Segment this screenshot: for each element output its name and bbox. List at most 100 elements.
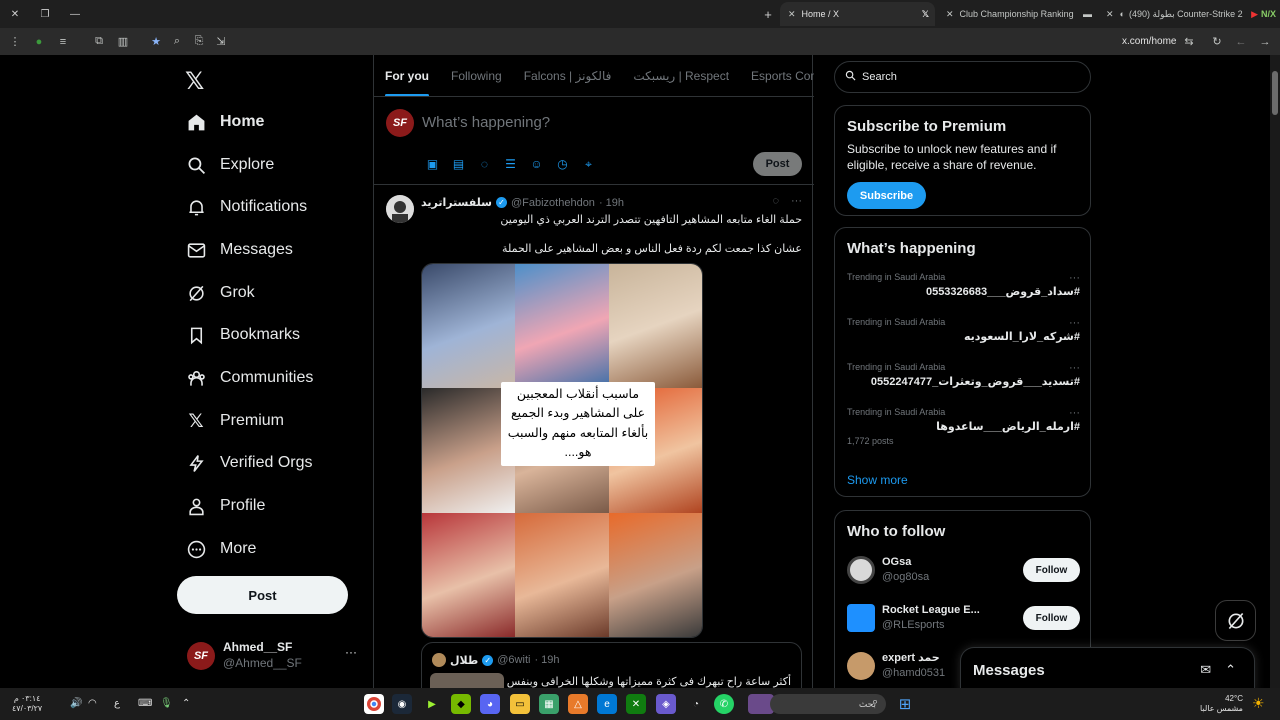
- account-switcher[interactable]: SF Ahmed__SF @Ahmed__SF ···: [187, 638, 367, 674]
- back-arrow-icon[interactable]: ←: [1230, 31, 1252, 53]
- media-player-icon[interactable]: ▶: [422, 694, 442, 714]
- nav-item-grok[interactable]: Grok: [185, 275, 255, 311]
- language-indicator[interactable]: ع: [114, 698, 120, 709]
- more-dots-icon[interactable]: ···: [345, 645, 357, 659]
- poll-icon[interactable]: ☰: [502, 157, 519, 172]
- restore-window-icon[interactable]: ❐: [30, 0, 60, 28]
- site-settings-icon[interactable]: ⇆: [1178, 31, 1200, 53]
- new-tab-button[interactable]: +: [753, 0, 783, 28]
- emoji-icon[interactable]: ☺: [528, 157, 545, 172]
- new-message-icon[interactable]: ✉: [1200, 662, 1211, 678]
- expand-icon[interactable]: ⌃: [1225, 662, 1236, 678]
- messages-drawer[interactable]: Messages ✉ ⌃: [960, 647, 1255, 688]
- tab-close-icon[interactable]: ✕: [946, 9, 954, 20]
- nav-item-more[interactable]: More: [185, 531, 256, 567]
- sublime-icon[interactable]: △: [568, 694, 588, 714]
- x-logo-icon[interactable]: 𝕏: [185, 67, 211, 95]
- nav-item-messages[interactable]: Messages: [185, 232, 293, 268]
- keyboard-icon[interactable]: ⌨: [138, 698, 152, 709]
- follow-button[interactable]: Follow: [1023, 558, 1080, 582]
- tweet-author-name[interactable]: سلفستراتريد: [421, 196, 492, 209]
- microphone-icon[interactable]: 🎙: [160, 698, 173, 709]
- translate-icon[interactable]: ⎘: [188, 31, 210, 53]
- grok-floating-button[interactable]: [1215, 600, 1256, 641]
- discord-icon[interactable]: ◕: [480, 694, 500, 714]
- extensions-puzzle-icon[interactable]: ⧉: [88, 31, 110, 53]
- trend-item[interactable]: Trending in Saudi Arabia #ارمله_الرياض__…: [847, 407, 1080, 446]
- menu-dots-icon[interactable]: ⋮: [4, 31, 26, 53]
- show-more-link[interactable]: Show more: [847, 473, 908, 487]
- wifi-icon[interactable]: ◠: [88, 698, 97, 709]
- tab-home-x[interactable]: ✕ Home / X 𝕏: [780, 2, 935, 26]
- nav-item-profile[interactable]: Profile: [185, 488, 265, 524]
- tab-counter-strike[interactable]: ✕ ◐ (490) بطولة Counter-Strike 2 ▶ N/X: [1098, 2, 1280, 26]
- taskbar-clock[interactable]: ٠٣:١٤ م ٤٧/٠٣/٢٧: [12, 694, 42, 715]
- tab-following[interactable]: Following: [440, 55, 513, 96]
- tab-club-championship[interactable]: ✕ Club Championship Ranking ▬: [938, 2, 1098, 26]
- weather-widget[interactable]: 42°C مشمس عالبا: [1200, 694, 1243, 715]
- composer-post-button[interactable]: Post: [753, 152, 802, 176]
- location-icon[interactable]: ⌖: [580, 157, 597, 172]
- more-dots-icon[interactable]: ···: [1069, 317, 1080, 329]
- post-button[interactable]: Post: [177, 576, 348, 614]
- windows-start-icon[interactable]: ⊞: [895, 694, 915, 714]
- schedule-icon[interactable]: ◷: [554, 157, 571, 172]
- nav-item-communities[interactable]: Communities: [185, 360, 313, 396]
- tab-respect[interactable]: ريسبكت | Respect: [622, 55, 740, 96]
- follow-suggestion[interactable]: OGsa @og80sa Follow: [847, 551, 1080, 589]
- reader-icon[interactable]: ≡: [52, 31, 74, 53]
- nav-item-premium[interactable]: 𝕏 Premium: [185, 403, 284, 439]
- page-scrollbar[interactable]: [1270, 55, 1280, 688]
- tab-close-icon[interactable]: ✕: [1106, 9, 1114, 20]
- sidebar-icon[interactable]: ▥: [112, 31, 134, 53]
- address-bar-url[interactable]: x.com/home: [1122, 36, 1176, 47]
- install-app-icon[interactable]: ⇲: [210, 31, 232, 53]
- trend-item[interactable]: Trending in Saudi Arabia #سداد_قروض___05…: [847, 272, 1080, 298]
- more-dots-icon[interactable]: ···: [1069, 362, 1080, 374]
- scrollbar-thumb[interactable]: [1272, 71, 1278, 115]
- taskbar-search[interactable]: بحث: [770, 694, 886, 714]
- nav-item-home[interactable]: Home: [185, 104, 264, 140]
- tab-close-icon[interactable]: ✕: [788, 9, 796, 20]
- search-input[interactable]: Search: [834, 61, 1091, 93]
- tab-for-you[interactable]: For you: [374, 55, 440, 96]
- app-grid-icon[interactable]: ▦: [539, 694, 559, 714]
- more-dots-icon[interactable]: ···: [1069, 272, 1080, 284]
- image-icon[interactable]: ▣: [424, 157, 441, 172]
- more-dots-icon[interactable]: ···: [1069, 407, 1080, 419]
- reload-icon[interactable]: ↻: [1206, 31, 1228, 53]
- steam-icon[interactable]: ◉: [392, 694, 412, 714]
- edge-icon[interactable]: e: [597, 694, 617, 714]
- nvidia-icon[interactable]: ◆: [451, 694, 471, 714]
- more-dots-icon[interactable]: ···: [791, 195, 802, 207]
- follow-suggestion[interactable]: Rocket League E... @RLEsports Follow: [847, 599, 1080, 637]
- subscribe-button[interactable]: Subscribe: [847, 182, 926, 210]
- chrome-icon[interactable]: [364, 694, 384, 714]
- speedometer-icon[interactable]: ◔: [686, 694, 706, 714]
- minimize-window-icon[interactable]: —: [60, 0, 90, 28]
- folder-icon[interactable]: ▭: [510, 694, 530, 714]
- tab-falcons[interactable]: Falcons | فالكونز: [513, 55, 623, 96]
- forward-arrow-icon[interactable]: →: [1254, 31, 1276, 53]
- nav-item-bookmarks[interactable]: Bookmarks: [185, 317, 300, 353]
- tab-esports-community[interactable]: Esports Commu: [740, 55, 814, 96]
- nav-item-explore[interactable]: Explore: [185, 147, 274, 183]
- close-window-icon[interactable]: ✕: [0, 0, 30, 28]
- extension-icon[interactable]: ●: [28, 31, 50, 53]
- xbox-icon[interactable]: ✕: [626, 694, 646, 714]
- grok-icon[interactable]: ◌: [772, 195, 779, 207]
- composer-input[interactable]: What’s happening?: [422, 114, 550, 131]
- avatar[interactable]: [386, 195, 414, 223]
- tweet-time[interactable]: · 19h: [599, 197, 624, 209]
- bookmark-star-icon[interactable]: ★: [145, 31, 167, 53]
- gif-icon[interactable]: ▤: [450, 157, 467, 172]
- quoted-tweet[interactable]: طلال ✓ @6witi · 19h أكثر ساعة راح تبهرك …: [421, 642, 802, 688]
- tweet[interactable]: سلفستراتريد ✓ @Fabizothehdon · 19h ◌ ···…: [374, 186, 814, 688]
- trend-item[interactable]: Trending in Saudi Arabia #شركه_لارا_السع…: [847, 317, 1080, 343]
- chevron-up-icon[interactable]: ⌃: [182, 698, 190, 709]
- tweet-author-handle[interactable]: @Fabizothehdon: [511, 197, 595, 209]
- copilot-icon[interactable]: ◈: [656, 694, 676, 714]
- zoom-icon[interactable]: ⌕: [166, 31, 188, 53]
- nav-item-verified-orgs[interactable]: Verified Orgs: [185, 445, 312, 481]
- trend-item[interactable]: Trending in Saudi Arabia #تسديد___قروض_و…: [847, 362, 1080, 388]
